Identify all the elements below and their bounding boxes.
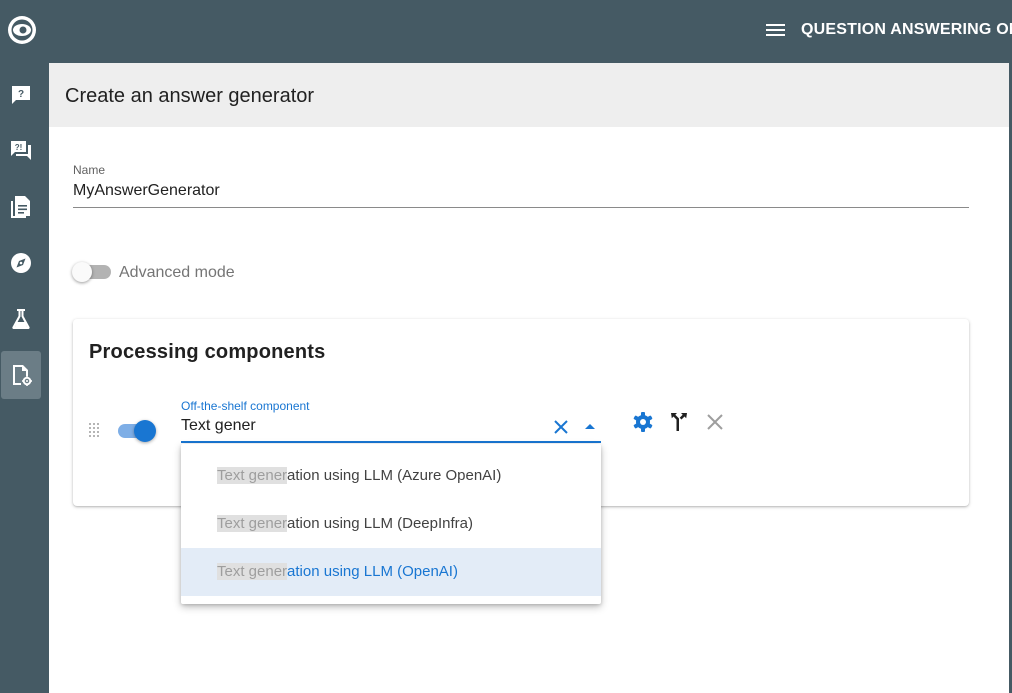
dropdown-option[interactable]: Text generation using LLM (Azure OpenAI) xyxy=(181,452,601,500)
dropdown-option-selected[interactable]: Text generation using LLM (OpenAI) xyxy=(181,548,601,596)
nav-question[interactable]: ? xyxy=(1,71,41,119)
svg-text:?: ? xyxy=(18,89,24,100)
flask-icon xyxy=(12,309,30,329)
page-title: Create an answer generator xyxy=(65,85,315,107)
settings-gear-icon[interactable] xyxy=(631,410,655,434)
card-title: Processing components xyxy=(89,341,326,363)
option-match: Text gener xyxy=(217,515,288,532)
fork-icon[interactable] xyxy=(667,410,691,434)
component-select[interactable]: Off-the-shelf component Text gener xyxy=(181,399,601,443)
question-chat-icon: ? xyxy=(12,86,30,104)
advanced-mode-label: Advanced mode xyxy=(119,264,235,281)
advanced-mode-switch-thumb[interactable] xyxy=(72,262,92,282)
name-field[interactable]: Name MyAnswerGenerator xyxy=(73,162,969,208)
remove-icon[interactable] xyxy=(703,410,727,434)
nav-rail: ? ?! xyxy=(0,0,49,693)
documents-icon xyxy=(11,196,30,218)
option-match: Text gener xyxy=(217,467,288,484)
nav-explore[interactable] xyxy=(1,239,41,287)
component-enabled-switch[interactable] xyxy=(116,419,156,443)
clear-icon[interactable] xyxy=(551,417,571,437)
name-input[interactable]: MyAnswerGenerator xyxy=(73,182,220,200)
name-label: Name xyxy=(73,163,106,177)
option-match: Text gener xyxy=(217,563,288,580)
nav-faq[interactable]: ?! xyxy=(1,127,41,175)
app-bar: QUESTION ANSWERING ON M xyxy=(0,0,1012,63)
nav-settings[interactable] xyxy=(1,351,41,399)
advanced-mode-toggle[interactable]: Advanced mode xyxy=(72,260,272,284)
component-input[interactable]: Text gener xyxy=(181,417,256,435)
compass-icon xyxy=(11,253,31,273)
dropdown-option[interactable]: Text generation using LLM (DeepInfra) xyxy=(181,500,601,548)
page-header: Create an answer generator xyxy=(49,63,1009,127)
autocomplete-dropdown: Text generation using LLM (Azure OpenAI)… xyxy=(181,444,601,604)
hamburger-menu-icon[interactable] xyxy=(765,21,787,41)
nav-documents[interactable] xyxy=(1,183,41,231)
option-rest: ation using LLM (DeepInfra) xyxy=(287,515,473,532)
option-rest: ation using LLM (OpenAI) xyxy=(287,563,458,580)
app-title: QUESTION ANSWERING ON M xyxy=(801,21,1012,38)
component-label: Off-the-shelf component xyxy=(181,399,310,413)
qa-forum-icon: ?! xyxy=(11,141,31,160)
document-settings-icon xyxy=(13,365,32,386)
arrow-up-icon[interactable] xyxy=(583,419,597,433)
option-rest: ation using LLM (Azure OpenAI) xyxy=(287,467,502,484)
app-logo-icon[interactable] xyxy=(6,14,38,46)
drag-handle-icon[interactable] xyxy=(88,422,100,438)
component-switch-thumb[interactable] xyxy=(134,420,156,442)
nav-experiments[interactable] xyxy=(1,295,41,343)
svg-text:?!: ?! xyxy=(15,143,23,152)
